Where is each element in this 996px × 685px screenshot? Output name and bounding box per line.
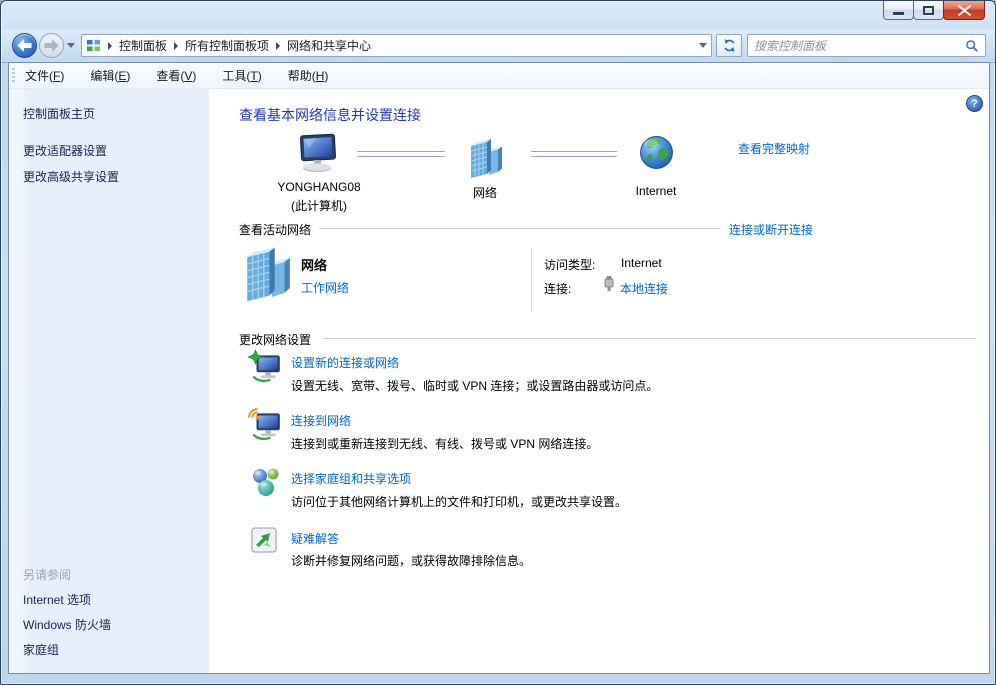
active-network-divider xyxy=(531,248,532,312)
connect-to-network-icon xyxy=(248,408,280,441)
connect-to-network-desc: 连接到或重新连接到无线、有线、拨号或 VPN 网络连接。 xyxy=(291,437,599,451)
breadcrumb-separator-icon xyxy=(276,41,281,50)
ethernet-cable-icon xyxy=(604,276,614,291)
setup-new-connection-link[interactable]: 设置新的连接或网络 xyxy=(291,354,399,371)
active-network-name: 网络 xyxy=(301,258,328,273)
network-buildings-icon[interactable] xyxy=(465,138,505,180)
homegroup-options-desc: 访问位于其他网络计算机上的文件和打印机，或更改共享设置。 xyxy=(291,495,628,509)
troubleshoot-link[interactable]: 疑难解答 xyxy=(291,530,339,547)
menu-help[interactable]: 帮助(H) xyxy=(288,67,329,84)
close-icon xyxy=(957,4,971,16)
minimize-icon xyxy=(893,11,904,15)
sidebar-item-homegroup[interactable]: 家庭组 xyxy=(23,641,59,658)
homegroup-options-link[interactable]: 选择家庭组和共享选项 xyxy=(291,470,411,487)
breadcrumb-control-panel[interactable]: 控制面板 xyxy=(119,37,167,54)
sidebar-item-internet-options[interactable]: Internet 选项 xyxy=(23,591,91,608)
search-icon[interactable] xyxy=(965,39,979,53)
menu-view[interactable]: 查看(V) xyxy=(156,67,196,84)
close-button[interactable] xyxy=(943,1,985,20)
network-sharing-center-window: 控制面板 所有控制面板项 网络和共享中心 搜索控制面板 文件(F) 编辑(E) … xyxy=(0,0,996,685)
search-placeholder: 搜索控制面板 xyxy=(754,39,827,53)
map-computer-sub: (此计算机) xyxy=(291,199,347,213)
search-box[interactable]: 搜索控制面板 xyxy=(747,34,986,57)
help-button[interactable]: ? xyxy=(966,95,983,112)
map-connection-line xyxy=(357,151,445,157)
forward-button[interactable] xyxy=(39,33,64,58)
troubleshoot-desc: 诊断并修复网络问题，或获得故障排除信息。 xyxy=(291,554,532,568)
back-icon xyxy=(17,39,32,52)
network-settings-header: 更改网络设置 xyxy=(239,333,312,347)
section-divider xyxy=(319,228,721,229)
local-connection-link[interactable]: 本地连接 xyxy=(620,280,668,297)
forward-icon xyxy=(44,39,59,52)
page-title: 查看基本网络信息并设置连接 xyxy=(239,107,421,123)
sidebar-item-windows-firewall[interactable]: Windows 防火墙 xyxy=(23,616,111,633)
computer-icon[interactable] xyxy=(297,133,343,175)
sidebar-item-change-adapter-settings[interactable]: 更改适配器设置 xyxy=(23,142,107,159)
map-computer-name: YONGHANG08 xyxy=(277,180,361,194)
breadcrumb-all-items[interactable]: 所有控制面板项 xyxy=(185,37,269,54)
active-networks-header: 查看活动网络 xyxy=(239,223,312,237)
back-button[interactable] xyxy=(12,33,37,58)
connect-disconnect-link[interactable]: 连接或断开连接 xyxy=(729,221,813,238)
network-category-link[interactable]: 工作网络 xyxy=(301,279,349,296)
access-type-label: 访问类型: xyxy=(544,258,596,272)
connect-to-network-link[interactable]: 连接到网络 xyxy=(291,412,351,429)
menu-file[interactable]: 文件(F) xyxy=(25,67,64,84)
sidebar-see-also-header: 另请参阅 xyxy=(23,568,72,582)
map-connection-line xyxy=(531,151,617,157)
menu-bar: 文件(F) 编辑(E) 查看(V) 工具(T) 帮助(H) xyxy=(9,63,989,89)
troubleshoot-icon xyxy=(251,527,277,553)
address-bar[interactable]: 控制面板 所有控制面板项 网络和共享中心 xyxy=(81,34,712,57)
menu-tools[interactable]: 工具(T) xyxy=(222,67,261,84)
access-type-value: Internet xyxy=(621,256,662,270)
connections-label: 连接: xyxy=(544,282,572,296)
maximize-icon xyxy=(923,5,934,15)
window-controls xyxy=(883,1,985,20)
menu-edit[interactable]: 编辑(E) xyxy=(90,67,130,84)
section-divider xyxy=(323,338,976,339)
internet-globe-icon[interactable] xyxy=(638,134,675,171)
homegroup-icon xyxy=(253,468,279,496)
new-connection-icon xyxy=(247,349,280,383)
toolbar-grip xyxy=(12,67,15,84)
map-internet-label: Internet xyxy=(635,184,677,198)
sidebar-item-control-panel-home[interactable]: 控制面板主页 xyxy=(23,105,95,122)
setup-new-connection-desc: 设置无线、宽带、拨号、临时或 VPN 连接；或设置路由器或访问点。 xyxy=(291,379,659,393)
maximize-button[interactable] xyxy=(913,1,944,20)
control-panel-icon xyxy=(86,39,101,52)
help-icon: ? xyxy=(971,98,978,110)
address-dropdown[interactable] xyxy=(699,43,707,48)
sidebar-item-change-advanced-sharing[interactable]: 更改高级共享设置 xyxy=(23,168,119,185)
refresh-icon xyxy=(723,39,735,52)
recent-pages-dropdown[interactable] xyxy=(67,43,75,48)
navigation-bar: 控制面板 所有控制面板项 网络和共享中心 搜索控制面板 xyxy=(2,29,995,63)
minimize-button[interactable] xyxy=(883,1,914,20)
breadcrumb-network-sharing-center[interactable]: 网络和共享中心 xyxy=(287,37,371,54)
refresh-button[interactable] xyxy=(716,34,742,57)
see-full-map-link[interactable]: 查看完整映射 xyxy=(738,140,810,157)
breadcrumb-separator-icon xyxy=(174,41,179,50)
map-network-label: 网络 xyxy=(472,186,497,200)
active-network-buildings-icon[interactable] xyxy=(239,246,294,304)
breadcrumb-separator-icon xyxy=(108,41,112,50)
